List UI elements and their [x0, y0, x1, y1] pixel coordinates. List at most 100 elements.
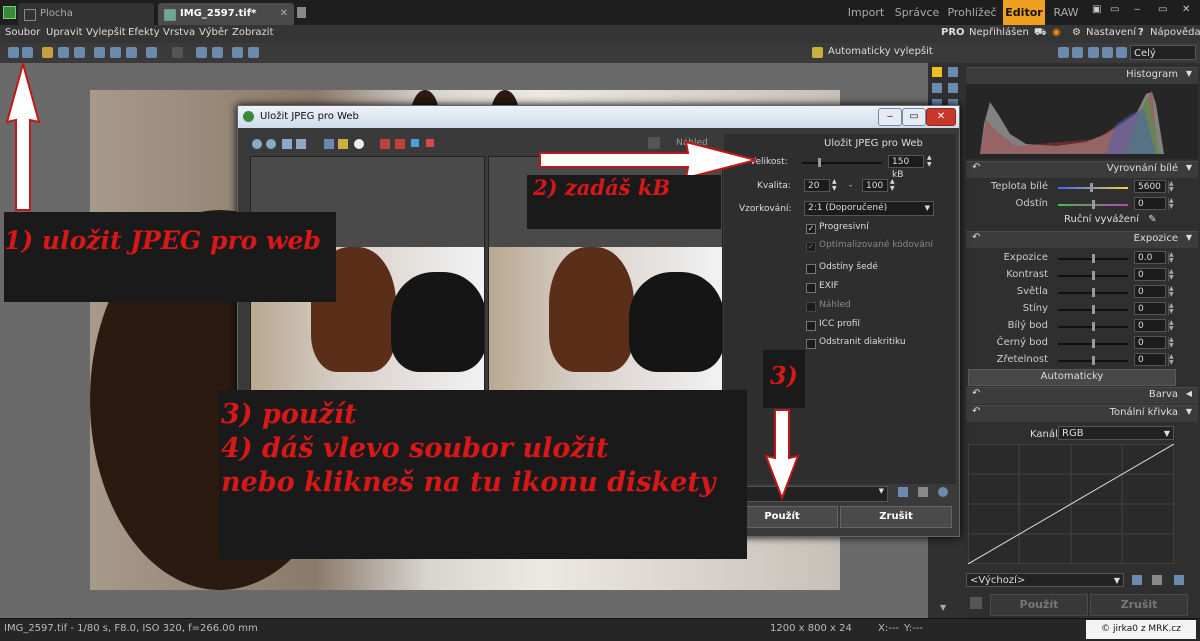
- screen-icon[interactable]: ▭: [1110, 4, 1119, 15]
- original-view-icon[interactable]: [426, 139, 434, 147]
- exposure-slider[interactable]: [1058, 254, 1128, 263]
- exif-checkbox[interactable]: [806, 283, 816, 293]
- spinner-icon[interactable]: ▲ ▼: [1168, 252, 1176, 264]
- redo-icon[interactable]: [172, 47, 183, 58]
- contrast-input[interactable]: 0: [1134, 268, 1166, 281]
- new-tab-icon[interactable]: [297, 7, 306, 18]
- spinner-icon[interactable]: ▲ ▼: [832, 178, 837, 192]
- spinner-icon[interactable]: ▲ ▼: [1168, 337, 1176, 349]
- auto-button[interactable]: Automaticky: [968, 369, 1176, 386]
- highlights-input[interactable]: 0: [1134, 285, 1166, 298]
- black-point-slider[interactable]: [1058, 339, 1128, 348]
- reset-icon[interactable]: ↶: [972, 162, 980, 173]
- gear-icon[interactable]: ⚙: [1072, 27, 1081, 38]
- maximize-icon[interactable]: ▭: [1158, 4, 1167, 15]
- open-icon[interactable]: [42, 47, 53, 58]
- spinner-icon[interactable]: ▲ ▼: [1168, 198, 1176, 210]
- slider-knob[interactable]: [1092, 200, 1095, 209]
- layout-icon[interactable]: ▣: [1092, 4, 1101, 15]
- slider-knob[interactable]: [1092, 305, 1095, 314]
- tab-image[interactable]: IMG_2597.tif* ✕: [158, 3, 294, 25]
- reset-icon[interactable]: ↶: [972, 406, 980, 417]
- tool-icon[interactable]: [948, 67, 958, 77]
- zoom-in-icon[interactable]: [1058, 47, 1069, 58]
- shadows-slider[interactable]: [1058, 305, 1128, 314]
- zoom-out-icon[interactable]: [1072, 47, 1083, 58]
- paste-icon[interactable]: [126, 47, 137, 58]
- temperature-slider[interactable]: [1058, 183, 1128, 192]
- contrast-slider[interactable]: [1058, 271, 1128, 280]
- mode-viewer[interactable]: Prohlížeč: [945, 0, 999, 25]
- exposure-header[interactable]: ↶ Expozice ▼: [966, 231, 1198, 248]
- app-icon[interactable]: [3, 6, 16, 19]
- spinner-icon[interactable]: ▲ ▼: [1168, 286, 1176, 298]
- cart-icon[interactable]: ⛟: [1034, 27, 1047, 40]
- white-balance-header[interactable]: ↶ Vyrovnání bílé ▼: [966, 161, 1198, 178]
- undo-preset-icon[interactable]: [1174, 575, 1184, 585]
- fullscreen-icon[interactable]: [248, 47, 259, 58]
- menu-vrstva[interactable]: Vrstva: [163, 27, 195, 38]
- mode-editor[interactable]: Editor: [1003, 0, 1045, 25]
- slider-knob[interactable]: [1090, 183, 1093, 192]
- manual-wb-button[interactable]: Ruční vyvážení ✎: [1064, 214, 1157, 225]
- icc-checkbox[interactable]: [806, 321, 816, 331]
- mode-manager[interactable]: Správce: [893, 0, 941, 25]
- slider-knob[interactable]: [1092, 356, 1095, 365]
- slider-knob[interactable]: [1092, 254, 1095, 263]
- zoom-select[interactable]: Celý: [1130, 45, 1196, 60]
- dialog-minimize-icon[interactable]: ‒: [878, 108, 902, 126]
- help-icon[interactable]: ?: [1138, 27, 1144, 38]
- close-icon[interactable]: ✕: [280, 3, 288, 25]
- panel-apply-button[interactable]: Použít: [990, 594, 1088, 616]
- login-menu[interactable]: Nepřihlášen: [969, 27, 1029, 38]
- delete-icon[interactable]: [918, 487, 928, 497]
- slider-knob[interactable]: [1092, 339, 1095, 348]
- preset-select[interactable]: <Výchozí> ▼: [966, 573, 1124, 587]
- tool-icon[interactable]: [948, 83, 958, 93]
- zoom-in-icon[interactable]: [252, 139, 262, 149]
- quality-from-input[interactable]: 20: [804, 179, 830, 192]
- menu-upravit[interactable]: Upravit: [46, 27, 83, 38]
- slider-knob[interactable]: [1092, 322, 1095, 331]
- print-icon[interactable]: [74, 47, 85, 58]
- tone-curve-header[interactable]: ↶ Tonální křivka ▼: [966, 405, 1198, 422]
- delete-preset-icon[interactable]: [1152, 575, 1162, 585]
- cut-icon[interactable]: [94, 47, 105, 58]
- slider-knob[interactable]: [818, 158, 821, 167]
- quality-to-input[interactable]: 100: [862, 179, 888, 192]
- window-icon[interactable]: [232, 47, 243, 58]
- info-icon[interactable]: [354, 139, 364, 149]
- help-menu[interactable]: Nápověda: [1150, 27, 1200, 38]
- sampling-select[interactable]: 2:1 (Doporučené) ▼: [804, 201, 934, 216]
- reset-icon[interactable]: ↶: [972, 388, 980, 399]
- temperature-input[interactable]: 5600: [1134, 180, 1166, 193]
- panel-lock-icon[interactable]: [970, 597, 982, 609]
- zoom-fill-icon[interactable]: [1116, 47, 1127, 58]
- auto-enhance-button[interactable]: Automaticky vylepšit: [828, 46, 933, 57]
- slider-knob[interactable]: [1092, 288, 1095, 297]
- zoom-actual-icon[interactable]: [296, 139, 306, 149]
- dialog-maximize-icon[interactable]: ▭: [902, 108, 926, 126]
- exposure-input[interactable]: 0.0: [1134, 251, 1166, 264]
- spinner-icon[interactable]: ▲ ▼: [927, 154, 932, 168]
- mode-import[interactable]: Import: [843, 0, 889, 25]
- tab-plocha[interactable]: Plocha: [18, 3, 154, 25]
- tone-curve-graph[interactable]: [968, 444, 1174, 564]
- spinner-icon[interactable]: ▲ ▼: [1168, 303, 1176, 315]
- save-preset-icon[interactable]: [1132, 575, 1142, 585]
- dialog-titlebar[interactable]: Uložit JPEG pro Web ‒ ▭ ✕: [238, 106, 959, 128]
- copy-icon[interactable]: [110, 47, 121, 58]
- tool-icon[interactable]: [932, 83, 942, 93]
- size-input[interactable]: 150 kB: [888, 155, 924, 180]
- histogram-header[interactable]: Histogram ▼: [966, 67, 1198, 84]
- forward-icon[interactable]: [22, 47, 33, 58]
- undo-icon[interactable]: [146, 47, 157, 58]
- strip-diacritics-checkbox[interactable]: [806, 339, 816, 349]
- progressive-checkbox[interactable]: ✓: [806, 224, 816, 234]
- white-point-input[interactable]: 0: [1134, 319, 1166, 332]
- back-icon[interactable]: [8, 47, 19, 58]
- select-icon[interactable]: [212, 47, 223, 58]
- split-vertical-icon[interactable]: [380, 139, 390, 149]
- clarity-input[interactable]: 0: [1134, 353, 1166, 366]
- shadows-input[interactable]: 0: [1134, 302, 1166, 315]
